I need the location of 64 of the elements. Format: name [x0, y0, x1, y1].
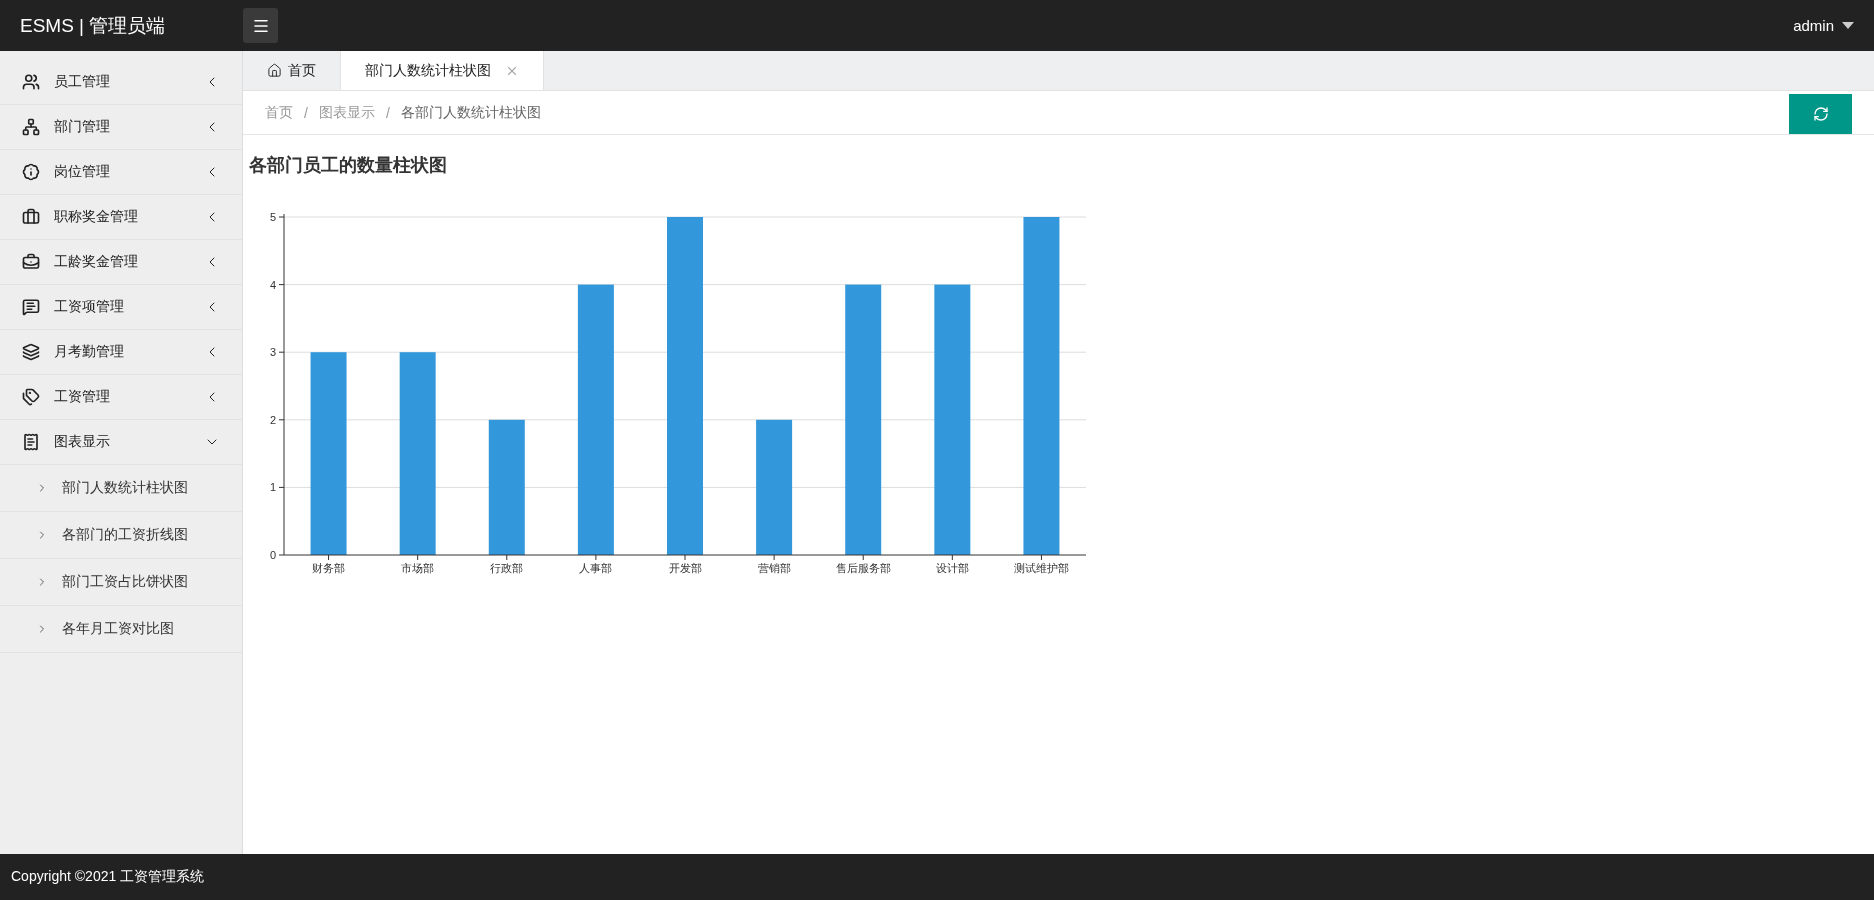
- users-icon: [22, 73, 40, 91]
- y-tick-label: 3: [269, 346, 276, 359]
- x-tick-label: 人事部: [579, 562, 613, 574]
- sidebar-item-label: 图表显示: [54, 433, 111, 451]
- refresh-button[interactable]: [1789, 94, 1852, 134]
- sidebar-item-label: 工资项管理: [54, 298, 125, 316]
- sidebar-item-label: 工龄奖金管理: [54, 253, 139, 271]
- layers-icon: [22, 343, 40, 361]
- sidebar-item-label: 职称奖金管理: [54, 208, 139, 226]
- sidebar-item[interactable]: 工资项管理: [0, 285, 242, 330]
- x-tick-label: 财务部: [312, 562, 346, 574]
- sidebar-item-label: 岗位管理: [54, 163, 111, 181]
- y-tick-label: 5: [269, 211, 276, 223]
- sidebar-item-label: 月考勤管理: [54, 343, 125, 361]
- sidebar-item-label: 工资管理: [54, 388, 111, 406]
- breadcrumb-separator: /: [304, 104, 308, 121]
- refresh-icon: [1812, 106, 1829, 122]
- sidebar-item[interactable]: 员工管理: [0, 60, 242, 105]
- x-tick-label: 营销部: [757, 562, 791, 574]
- user-menu[interactable]: admin: [1793, 17, 1834, 34]
- toolbox-icon: [22, 253, 40, 271]
- tag-icon: [22, 388, 40, 406]
- sidebar-item-label: 部门管理: [54, 118, 111, 136]
- tab-label: 首页: [288, 61, 316, 80]
- sidebar-item[interactable]: 职称奖金管理: [0, 195, 242, 240]
- sidebar-item[interactable]: 月考勤管理: [0, 330, 242, 375]
- x-tick-label: 市场部: [401, 562, 435, 574]
- tab[interactable]: 部门人数统计柱状图: [341, 51, 544, 90]
- sidebar-subitem[interactable]: 部门工资占比饼状图: [0, 559, 242, 606]
- sidebar-subitem-label: 部门工资占比饼状图: [62, 573, 189, 591]
- sidebar-subitem-label: 各年月工资对比图: [62, 620, 175, 638]
- briefcase-icon: [22, 208, 40, 226]
- x-tick-label: 测试维护部: [1013, 562, 1069, 574]
- sidebar-item[interactable]: 岗位管理: [0, 150, 242, 195]
- chat-icon: [22, 298, 40, 316]
- app-logo: ESMS | 管理员端: [20, 13, 167, 38]
- sidebar-item[interactable]: 工资管理: [0, 375, 242, 420]
- x-tick-label: 开发部: [668, 562, 702, 574]
- sidebar-item-label: 员工管理: [54, 73, 111, 91]
- sidebar-item[interactable]: 图表显示: [0, 420, 242, 465]
- home-icon: [267, 63, 282, 78]
- sidebar-item[interactable]: 工龄奖金管理: [0, 240, 242, 285]
- x-tick-label: 售后服务部: [835, 562, 891, 574]
- chart-title: 各部门员工的数量柱状图: [249, 154, 448, 177]
- sidebar-subitem[interactable]: 各年月工资对比图: [0, 606, 242, 653]
- breadcrumb-separator: /: [385, 104, 390, 121]
- y-tick-label: 1: [269, 481, 276, 494]
- menu-button[interactable]: [243, 8, 278, 43]
- sidebar-subitem[interactable]: 部门人数统计柱状图: [0, 465, 242, 512]
- receipt-icon: [22, 433, 40, 451]
- x-tick-label: 设计部: [935, 562, 969, 574]
- tab-label: 部门人数统计柱状图: [365, 61, 491, 80]
- y-tick-label: 0: [269, 549, 276, 561]
- badge-icon: [22, 163, 40, 181]
- sidebar-subitem-label: 各部门的工资折线图: [62, 526, 189, 544]
- sidebar-subitem[interactable]: 各部门的工资折线图: [0, 512, 242, 559]
- sidebar-item[interactable]: 部门管理: [0, 105, 242, 150]
- sitemap-icon: [22, 118, 40, 136]
- caret-icon: [1842, 21, 1854, 30]
- x-tick-label: 行政部: [490, 562, 524, 574]
- copyright-text: Copyright ©2021 工资管理系统: [11, 868, 205, 886]
- y-tick-label: 4: [269, 278, 276, 291]
- sidebar-subitem-label: 部门人数统计柱状图: [62, 479, 189, 497]
- y-tick-label: 2: [269, 413, 276, 426]
